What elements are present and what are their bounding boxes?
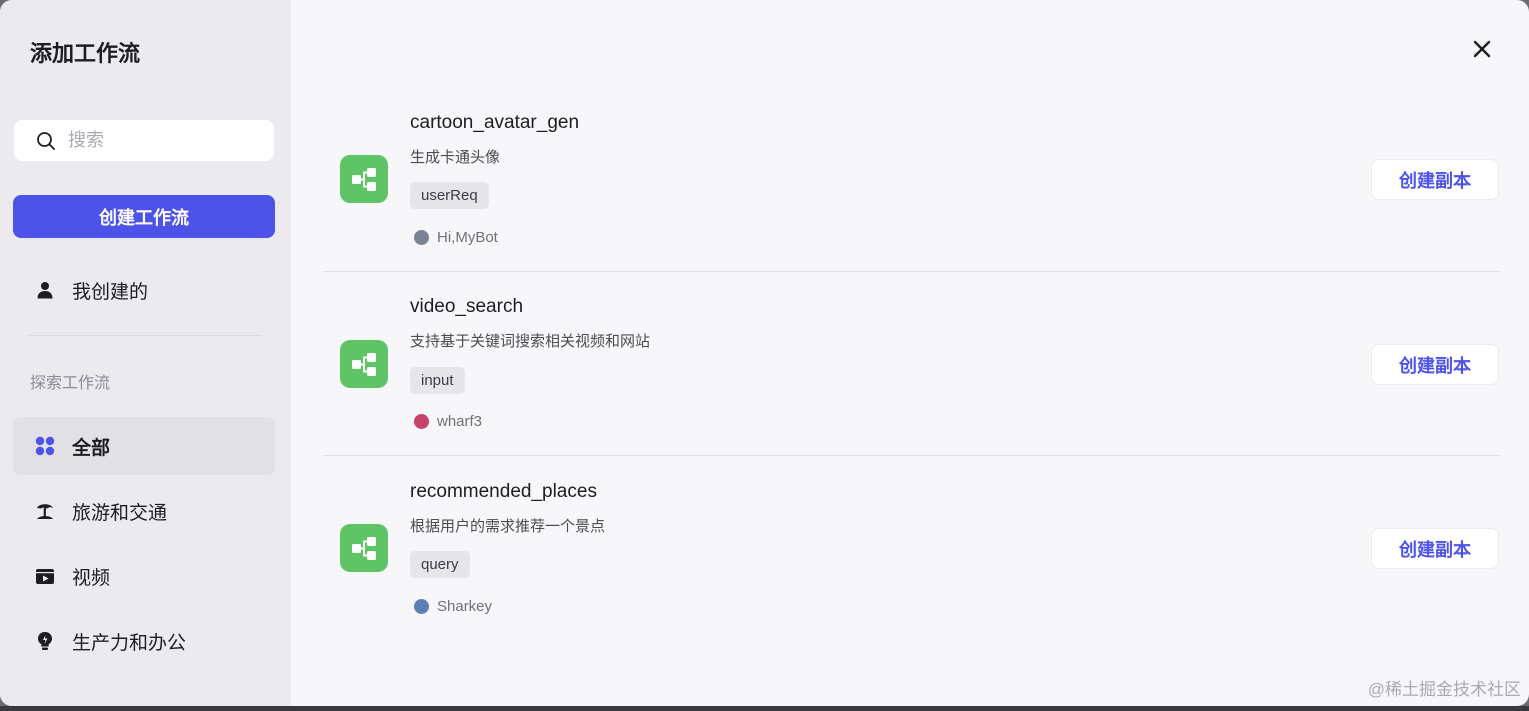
duplicate-button[interactable]: 创建副本 (1371, 344, 1499, 385)
avatar (414, 414, 429, 429)
close-icon[interactable] (1471, 38, 1493, 60)
workflow-row[interactable]: cartoon_avatar_gen 生成卡通头像 userReq Hi,MyB… (323, 88, 1499, 272)
workflow-name: video_search (410, 296, 524, 317)
sidebar-item-label: 全部 (72, 437, 111, 459)
avatar (414, 599, 429, 614)
workflow-description: 生成卡通头像 (410, 149, 501, 166)
sidebar-item-label: 视频 (72, 567, 111, 589)
background-strip (0, 706, 1529, 711)
search-icon (37, 131, 55, 150)
video-icon (35, 566, 55, 586)
workflow-icon (340, 524, 388, 572)
workflow-name: recommended_places (410, 481, 597, 502)
explore-section-label: 探索工作流 (30, 375, 111, 392)
sidebar-item-travel[interactable]: 旅游和交通 (13, 482, 275, 540)
workflow-row[interactable]: video_search 支持基于关键词搜索相关视频和网站 input whar… (323, 272, 1499, 456)
add-workflow-dialog: 添加工作流 创建工作流 我创建的 探索工作流 全部 (0, 0, 1529, 706)
sidebar-item-my-created[interactable]: 我创建的 (13, 261, 275, 319)
workflow-description: 根据用户的需求推荐一个景点 (410, 518, 606, 535)
author-name: Hi,MyBot (437, 229, 498, 246)
sidebar-item-label: 旅游和交通 (72, 502, 168, 524)
sidebar: 添加工作流 创建工作流 我创建的 探索工作流 全部 (0, 0, 291, 706)
grid-icon (35, 436, 55, 456)
workflow-param-tag: input (410, 367, 465, 394)
workflow-author: Hi,MyBot (414, 229, 498, 246)
avatar (414, 230, 429, 245)
workflow-name: cartoon_avatar_gen (410, 112, 580, 133)
workflow-icon (340, 155, 388, 203)
workflow-author: Sharkey (414, 598, 492, 615)
workflow-author: wharf3 (414, 413, 482, 430)
author-name: Sharkey (437, 598, 493, 615)
workflow-row[interactable]: recommended_places 根据用户的需求推荐一个景点 query S… (323, 456, 1499, 640)
bulb-icon (35, 631, 55, 651)
workflow-param-tag: userReq (410, 182, 489, 209)
sidebar-item-label: 我创建的 (72, 281, 149, 303)
person-icon (35, 280, 55, 300)
search-input[interactable] (68, 130, 248, 151)
create-workflow-button[interactable]: 创建工作流 (13, 195, 275, 238)
sidebar-item-video[interactable]: 视频 (13, 547, 275, 605)
duplicate-button[interactable]: 创建副本 (1371, 159, 1499, 200)
duplicate-button[interactable]: 创建副本 (1371, 528, 1499, 569)
sidebar-divider (28, 335, 261, 336)
sidebar-item-label: 生产力和办公 (72, 632, 187, 654)
workflow-description: 支持基于关键词搜索相关视频和网站 (410, 333, 651, 350)
sidebar-item-all[interactable]: 全部 (13, 417, 275, 475)
dialog-title: 添加工作流 (30, 41, 141, 66)
workflow-param-tag: query (410, 551, 470, 578)
workflow-list-panel: cartoon_avatar_gen 生成卡通头像 userReq Hi,MyB… (291, 0, 1529, 706)
sidebar-item-productivity[interactable]: 生产力和办公 (13, 612, 275, 670)
author-name: wharf3 (437, 413, 483, 430)
workflow-icon (340, 340, 388, 388)
beach-icon (35, 501, 55, 521)
search-box[interactable] (14, 120, 274, 161)
watermark: @稀土掘金技术社区 (1367, 680, 1521, 699)
